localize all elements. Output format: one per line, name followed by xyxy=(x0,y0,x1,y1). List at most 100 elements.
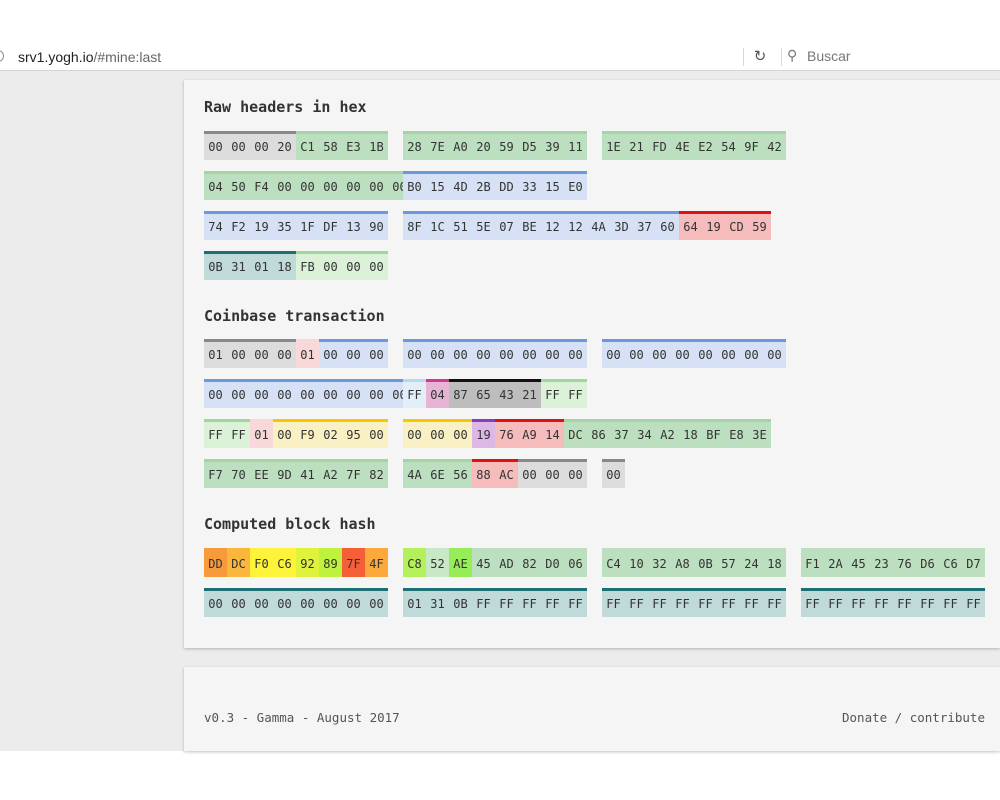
hex-byte[interactable]: 00 xyxy=(227,379,250,408)
hex-byte[interactable]: 21 xyxy=(625,131,648,160)
hex-byte[interactable]: 01 xyxy=(250,419,273,448)
hex-byte[interactable]: 0B xyxy=(694,548,717,577)
hex-byte[interactable]: 00 xyxy=(365,588,388,617)
hex-byte[interactable]: 32 xyxy=(648,548,671,577)
hex-byte[interactable]: FF xyxy=(495,588,518,617)
hex-byte[interactable]: 19 xyxy=(702,211,725,240)
hex-byte[interactable]: 00 xyxy=(227,339,250,368)
hex-byte[interactable]: FF xyxy=(893,588,916,617)
hex-byte[interactable]: DD xyxy=(204,548,227,577)
hex-byte[interactable]: FF xyxy=(625,588,648,617)
hex-byte[interactable]: FD xyxy=(648,131,671,160)
hex-byte[interactable]: 60 xyxy=(656,211,679,240)
hex-byte[interactable]: 50 xyxy=(227,171,250,200)
hex-byte[interactable]: 86 xyxy=(587,419,610,448)
hex-byte[interactable]: 00 xyxy=(227,588,250,617)
hex-byte[interactable]: A2 xyxy=(656,419,679,448)
hex-byte[interactable]: 59 xyxy=(495,131,518,160)
hex-byte[interactable]: 19 xyxy=(250,211,273,240)
hex-byte[interactable]: 00 xyxy=(495,339,518,368)
hex-byte[interactable]: 9D xyxy=(273,459,296,488)
hex-byte[interactable]: 00 xyxy=(250,131,273,160)
hex-byte[interactable]: 10 xyxy=(625,548,648,577)
hex-byte[interactable]: 89 xyxy=(319,548,342,577)
hex-byte[interactable]: 00 xyxy=(342,339,365,368)
hex-byte[interactable]: FF xyxy=(227,419,250,448)
hex-byte[interactable]: 00 xyxy=(342,251,365,280)
hex-byte[interactable]: E3 xyxy=(342,131,365,160)
hex-byte[interactable]: F0 xyxy=(250,548,273,577)
hex-byte[interactable]: D6 xyxy=(916,548,939,577)
hex-byte[interactable]: 01 xyxy=(296,339,319,368)
hex-byte[interactable]: 00 xyxy=(250,339,273,368)
hex-byte[interactable]: 31 xyxy=(227,251,250,280)
hex-byte[interactable]: 2A xyxy=(824,548,847,577)
hex-byte[interactable]: 00 xyxy=(518,459,541,488)
hex-byte[interactable]: 7F xyxy=(342,548,365,577)
hex-byte[interactable]: 76 xyxy=(495,419,518,448)
hex-byte[interactable]: 20 xyxy=(273,131,296,160)
hex-byte[interactable]: 00 xyxy=(204,379,227,408)
hex-byte[interactable]: 4D xyxy=(449,171,472,200)
hex-byte[interactable]: 01 xyxy=(250,251,273,280)
hex-byte[interactable]: DD xyxy=(495,171,518,200)
hex-byte[interactable]: 7F xyxy=(342,459,365,488)
hex-byte[interactable]: FF xyxy=(962,588,985,617)
hex-byte[interactable]: 00 xyxy=(564,459,587,488)
hex-byte[interactable]: FF xyxy=(204,419,227,448)
hex-byte[interactable]: F4 xyxy=(250,171,273,200)
hex-byte[interactable]: 45 xyxy=(847,548,870,577)
hex-byte[interactable]: 59 xyxy=(748,211,771,240)
hex-byte[interactable]: 12 xyxy=(564,211,587,240)
hex-byte[interactable]: 00 xyxy=(740,339,763,368)
hex-byte[interactable]: 4F xyxy=(365,548,388,577)
hex-byte[interactable]: 00 xyxy=(273,379,296,408)
hex-byte[interactable]: EE xyxy=(250,459,273,488)
hex-byte[interactable]: D7 xyxy=(962,548,985,577)
hex-byte[interactable]: 00 xyxy=(204,131,227,160)
hex-byte[interactable]: 00 xyxy=(365,251,388,280)
hex-byte[interactable]: CD xyxy=(725,211,748,240)
hex-byte[interactable]: B0 xyxy=(403,171,426,200)
hex-byte[interactable]: 00 xyxy=(273,588,296,617)
hex-byte[interactable]: FF xyxy=(564,588,587,617)
hex-byte[interactable]: 02 xyxy=(319,419,342,448)
hex-byte[interactable]: 00 xyxy=(365,379,388,408)
hex-byte[interactable]: E8 xyxy=(725,419,748,448)
hex-byte[interactable]: 90 xyxy=(365,211,388,240)
hex-byte[interactable]: 00 xyxy=(250,588,273,617)
hex-byte[interactable]: BF xyxy=(702,419,725,448)
hex-byte[interactable]: 37 xyxy=(610,419,633,448)
hex-byte[interactable]: FF xyxy=(801,588,824,617)
hex-byte[interactable]: 51 xyxy=(449,211,472,240)
hex-byte[interactable]: 00 xyxy=(365,419,388,448)
hex-byte[interactable]: 00 xyxy=(717,339,740,368)
hex-byte[interactable]: 70 xyxy=(227,459,250,488)
hex-byte[interactable]: FB xyxy=(296,251,319,280)
hex-byte[interactable]: FF xyxy=(740,588,763,617)
hex-byte[interactable]: FF xyxy=(564,379,587,408)
hex-byte[interactable]: 00 xyxy=(541,459,564,488)
hex-byte[interactable]: 00 xyxy=(342,379,365,408)
hex-byte[interactable]: 00 xyxy=(449,339,472,368)
hex-byte[interactable]: 00 xyxy=(296,379,319,408)
hex-byte[interactable]: F7 xyxy=(204,459,227,488)
hex-byte[interactable]: A9 xyxy=(518,419,541,448)
hex-byte[interactable]: 43 xyxy=(495,379,518,408)
hex-byte[interactable]: 6E xyxy=(426,459,449,488)
hex-byte[interactable]: 18 xyxy=(679,419,702,448)
hex-byte[interactable]: 1F xyxy=(296,211,319,240)
hex-byte[interactable]: 19 xyxy=(472,419,495,448)
hex-byte[interactable]: A0 xyxy=(449,131,472,160)
hex-byte[interactable]: 00 xyxy=(273,339,296,368)
hex-byte[interactable]: 00 xyxy=(273,171,296,200)
hex-byte[interactable]: F2 xyxy=(227,211,250,240)
hex-byte[interactable]: 3E xyxy=(748,419,771,448)
hex-byte[interactable]: 15 xyxy=(541,171,564,200)
hex-byte[interactable]: C8 xyxy=(403,548,426,577)
hex-byte[interactable]: 00 xyxy=(227,131,250,160)
hex-byte[interactable]: 00 xyxy=(365,339,388,368)
hex-byte[interactable]: 00 xyxy=(648,339,671,368)
hex-byte[interactable]: 00 xyxy=(541,339,564,368)
hex-byte[interactable]: 45 xyxy=(472,548,495,577)
